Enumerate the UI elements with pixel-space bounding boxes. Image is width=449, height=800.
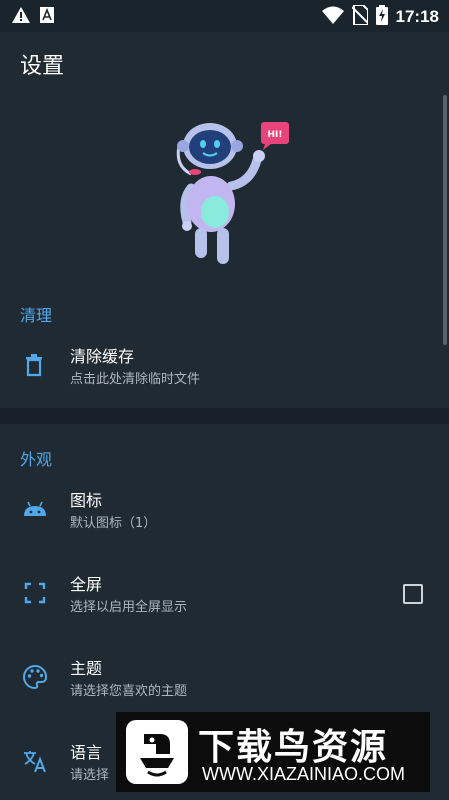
fullscreen-checkbox[interactable] — [403, 584, 423, 604]
status-bar: 17:18 — [0, 0, 449, 32]
pref-summary: 默认图标（1） — [70, 516, 157, 531]
pref-title: 主题 — [70, 659, 103, 678]
pref-summary: 点击此处清除临时文件 — [70, 372, 201, 387]
pref-fullscreen[interactable]: 全屏 选择以启用全屏显示 — [0, 558, 449, 630]
hero-illustration: HI! — [0, 90, 449, 290]
section-divider — [0, 408, 449, 424]
trash-icon — [22, 352, 48, 378]
pref-theme[interactable]: 主题 请选择您喜欢的主题 — [0, 642, 449, 714]
battery-charging-icon — [375, 5, 388, 29]
pref-clear-cache[interactable]: 清除缓存 点击此处清除临时文件 — [0, 330, 449, 402]
pref-title: 图标 — [70, 491, 103, 510]
app-bar: 设置 — [0, 32, 449, 90]
wifi-icon — [321, 6, 344, 28]
fullscreen-icon — [22, 580, 48, 606]
pref-title: 语言 — [70, 743, 103, 762]
font-icon — [40, 7, 54, 27]
section-header-clean: 清理 — [20, 306, 53, 325]
pref-icon-setting[interactable]: 图标 默认图标（1） — [0, 474, 449, 546]
pref-title: 清除缓存 — [70, 347, 135, 366]
palette-icon — [22, 664, 48, 690]
pref-summary: 请选择您喜欢的主题 — [70, 684, 188, 699]
pref-summary: 选择以启用全屏显示 — [70, 600, 188, 615]
android-icon — [22, 496, 48, 522]
svg-text:HI!: HI! — [268, 130, 283, 140]
warning-icon — [12, 7, 30, 27]
translate-icon — [22, 748, 48, 774]
hi-speech-bubble: HI! — [261, 122, 289, 150]
robot-mascot-icon: HI! — [176, 122, 289, 264]
no-sim-icon — [350, 4, 369, 29]
bird-logo-icon — [126, 720, 188, 784]
pref-summary: 请选择 — [70, 768, 110, 783]
section-header-appearance: 外观 — [20, 450, 53, 469]
watermark-title: 下载鸟资源 — [198, 727, 389, 768]
page-title: 设置 — [20, 54, 65, 79]
watermark-url: WWW.XIAZAINIAO.COM — [202, 764, 405, 784]
watermark-banner: 下载鸟资源 WWW.XIAZAINIAO.COM — [116, 712, 430, 792]
pref-title: 全屏 — [70, 575, 103, 594]
clock-time: 17:18 — [395, 7, 439, 26]
